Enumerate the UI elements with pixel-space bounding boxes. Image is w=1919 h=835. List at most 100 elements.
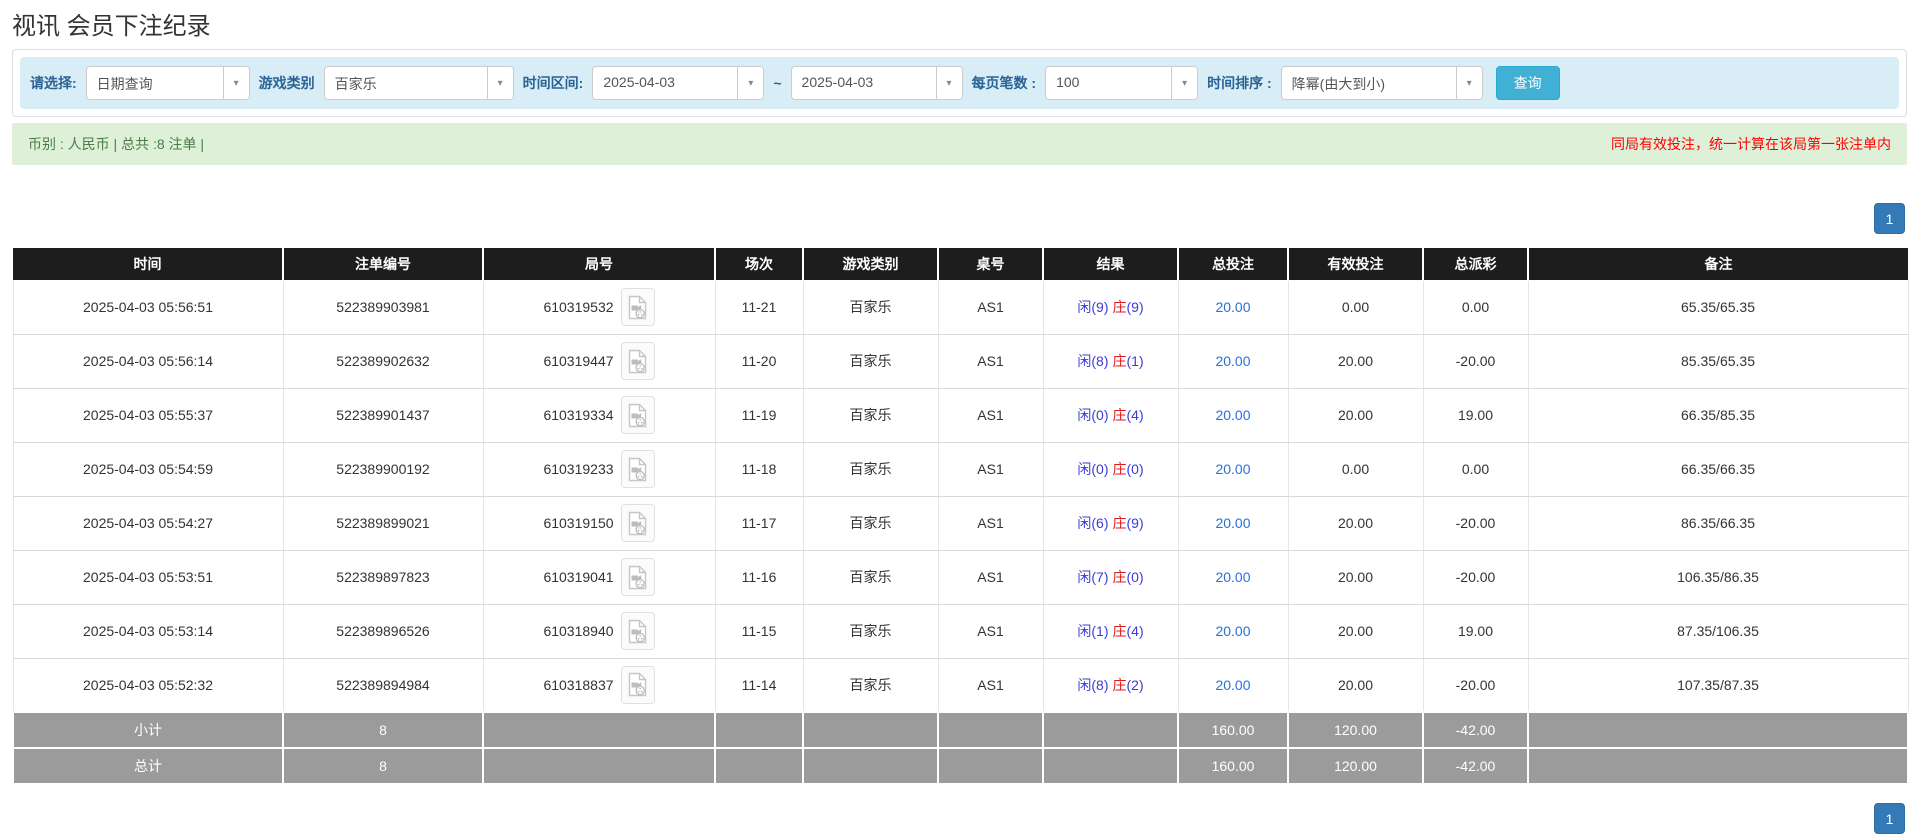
cell-remark: 106.35/86.35 bbox=[1527, 549, 1909, 605]
date-from-select[interactable]: 2025-04-03 ▾ bbox=[592, 66, 765, 100]
banker-result: 庄 bbox=[1112, 569, 1127, 585]
player-result: 闲(1) bbox=[1077, 623, 1109, 639]
total-bet-link[interactable]: 20.00 bbox=[1215, 623, 1250, 639]
round-id-text: 610319532 bbox=[543, 299, 614, 315]
cell-time: 2025-04-03 05:53:14 bbox=[12, 603, 284, 659]
video-file-icon bbox=[628, 565, 647, 589]
video-file-icon bbox=[628, 511, 647, 535]
video-file-icon bbox=[628, 295, 647, 319]
cell-payout: 19.00 bbox=[1422, 603, 1529, 659]
page-size-select[interactable]: 100 ▾ bbox=[1045, 66, 1199, 100]
summary-bar: 币别 : 人民币 | 总共 :8 注单 | 同局有效投注，统一计算在该局第一张注… bbox=[12, 123, 1907, 165]
video-replay-button[interactable] bbox=[620, 288, 655, 326]
header-remark: 备注 bbox=[1527, 248, 1908, 280]
total-bet-link[interactable]: 20.00 bbox=[1215, 299, 1250, 315]
total-bet-link[interactable]: 20.00 bbox=[1215, 353, 1250, 369]
cell-time: 2025-04-03 05:52:32 bbox=[12, 657, 284, 713]
cell-bet-id: 522389903981 bbox=[282, 279, 484, 335]
round-id-text: 610319041 bbox=[543, 569, 614, 585]
pagination-bottom: 1 bbox=[14, 803, 1905, 834]
page-1-button[interactable]: 1 bbox=[1874, 203, 1905, 234]
cell-valid-bet: 20.00 bbox=[1287, 549, 1424, 605]
banker-points: (0) bbox=[1126, 461, 1144, 477]
subtotal-label: 小计 bbox=[12, 711, 284, 749]
player-result: 闲(9) bbox=[1077, 299, 1109, 315]
total-count: 8 bbox=[282, 747, 484, 785]
cell-game-type: 百家乐 bbox=[802, 657, 939, 713]
video-replay-button[interactable] bbox=[620, 450, 655, 488]
round-id-text: 610318837 bbox=[543, 676, 614, 693]
dropdown-caret-icon[interactable]: ▾ bbox=[486, 67, 513, 99]
table-footer: 小计 8 160.00 120.00 -42.00 总计 8 160.00 12… bbox=[12, 711, 1909, 785]
dropdown-caret-icon[interactable]: ▾ bbox=[1455, 67, 1482, 99]
video-replay-button[interactable] bbox=[620, 665, 655, 704]
video-replay-button[interactable] bbox=[620, 612, 655, 650]
total-bet-link[interactable]: 20.00 bbox=[1215, 461, 1250, 477]
banker-points: (2) bbox=[1126, 676, 1144, 693]
cell-bet-id: 522389897823 bbox=[282, 549, 484, 605]
video-replay-button[interactable] bbox=[620, 558, 655, 596]
query-type-select[interactable]: 日期查询 ▾ bbox=[85, 66, 250, 100]
total-bet-link[interactable]: 20.00 bbox=[1215, 515, 1250, 531]
total-row: 总计 8 160.00 120.00 -42.00 bbox=[12, 747, 1909, 785]
cell-session: 11-15 bbox=[714, 603, 804, 659]
total-bet-link[interactable]: 20.00 bbox=[1215, 677, 1250, 693]
cell-bet-id: 522389902632 bbox=[282, 333, 484, 389]
game-type-label: 游戏类别 bbox=[258, 75, 315, 91]
table-row: 2025-04-03 05:54:27 522389899021 6103191… bbox=[12, 495, 1909, 551]
table-body: 2025-04-03 05:56:51 522389903981 6103195… bbox=[12, 279, 1909, 713]
player-result: 闲(8) bbox=[1077, 676, 1109, 693]
sort-value: 降幂(由大到小) bbox=[1291, 76, 1385, 92]
cell-round-id: 610319233 bbox=[482, 441, 716, 497]
header-game-type: 游戏类别 bbox=[802, 248, 938, 280]
total-bet-link[interactable]: 20.00 bbox=[1215, 407, 1250, 423]
dropdown-caret-icon[interactable]: ▾ bbox=[1171, 67, 1198, 99]
cell-result: 闲(0) 庄(0) bbox=[1042, 441, 1179, 497]
video-replay-button[interactable] bbox=[620, 504, 655, 542]
bet-records-table: 时间 注单编号 局号 场次 游戏类别 桌号 结果 总投注 有效投注 总派彩 备注… bbox=[12, 248, 1909, 785]
total-bet-link[interactable]: 20.00 bbox=[1215, 569, 1250, 585]
cell-total-bet: 20.00 bbox=[1177, 657, 1289, 713]
cell-remark: 86.35/66.35 bbox=[1527, 495, 1909, 551]
cell-result: 闲(6) 庄(9) bbox=[1042, 495, 1179, 551]
page-1-button[interactable]: 1 bbox=[1874, 803, 1905, 834]
video-replay-button[interactable] bbox=[620, 396, 655, 434]
cell-result: 闲(7) 庄(0) bbox=[1042, 549, 1179, 605]
cell-payout: 0.00 bbox=[1422, 441, 1529, 497]
dropdown-caret-icon[interactable]: ▾ bbox=[222, 67, 249, 99]
pagination-top: 1 bbox=[14, 203, 1905, 234]
player-result: 闲(0) bbox=[1077, 407, 1109, 423]
table-row: 2025-04-03 05:56:14 522389902632 6103194… bbox=[12, 333, 1909, 389]
cell-bet-id: 522389894984 bbox=[282, 657, 484, 713]
cell-table-no: AS1 bbox=[937, 279, 1044, 335]
subtotal-row: 小计 8 160.00 120.00 -42.00 bbox=[12, 711, 1909, 749]
round-id-text: 610319447 bbox=[543, 353, 614, 369]
cell-payout: -20.00 bbox=[1422, 657, 1529, 713]
cell-session: 11-18 bbox=[714, 441, 804, 497]
cell-round-id: 610319150 bbox=[482, 495, 716, 551]
cell-valid-bet: 20.00 bbox=[1287, 657, 1424, 713]
cell-remark: 65.35/65.35 bbox=[1527, 279, 1909, 335]
cell-remark: 85.35/65.35 bbox=[1527, 333, 1909, 389]
game-type-select[interactable]: 百家乐 ▾ bbox=[323, 66, 514, 100]
page-size-label: 每页笔数 : bbox=[971, 75, 1037, 91]
video-file-icon bbox=[628, 673, 647, 697]
banker-result: 庄 bbox=[1112, 461, 1127, 477]
cell-bet-id: 522389900192 bbox=[282, 441, 484, 497]
cell-remark: 107.35/87.35 bbox=[1527, 657, 1909, 713]
header-bet-id: 注单编号 bbox=[282, 248, 483, 280]
cell-remark: 66.35/85.35 bbox=[1527, 387, 1909, 443]
cell-round-id: 610319532 bbox=[482, 279, 716, 335]
query-type-label: 请选择: bbox=[30, 75, 77, 91]
cell-round-id: 610319447 bbox=[482, 333, 716, 389]
dropdown-caret-icon[interactable]: ▾ bbox=[737, 67, 764, 99]
sort-select[interactable]: 降幂(由大到小) ▾ bbox=[1280, 66, 1483, 100]
dropdown-caret-icon[interactable]: ▾ bbox=[935, 67, 962, 99]
search-button[interactable]: 查询 bbox=[1495, 66, 1560, 100]
subtotal-valid-bet: 120.00 bbox=[1287, 711, 1424, 749]
currency-total-text: 币别 : 人民币 | 总共 :8 注单 | bbox=[28, 136, 205, 152]
cell-table-no: AS1 bbox=[937, 495, 1044, 551]
video-replay-button[interactable] bbox=[620, 342, 655, 380]
table-row: 2025-04-03 05:53:51 522389897823 6103190… bbox=[12, 549, 1909, 605]
date-to-select[interactable]: 2025-04-03 ▾ bbox=[790, 66, 963, 100]
